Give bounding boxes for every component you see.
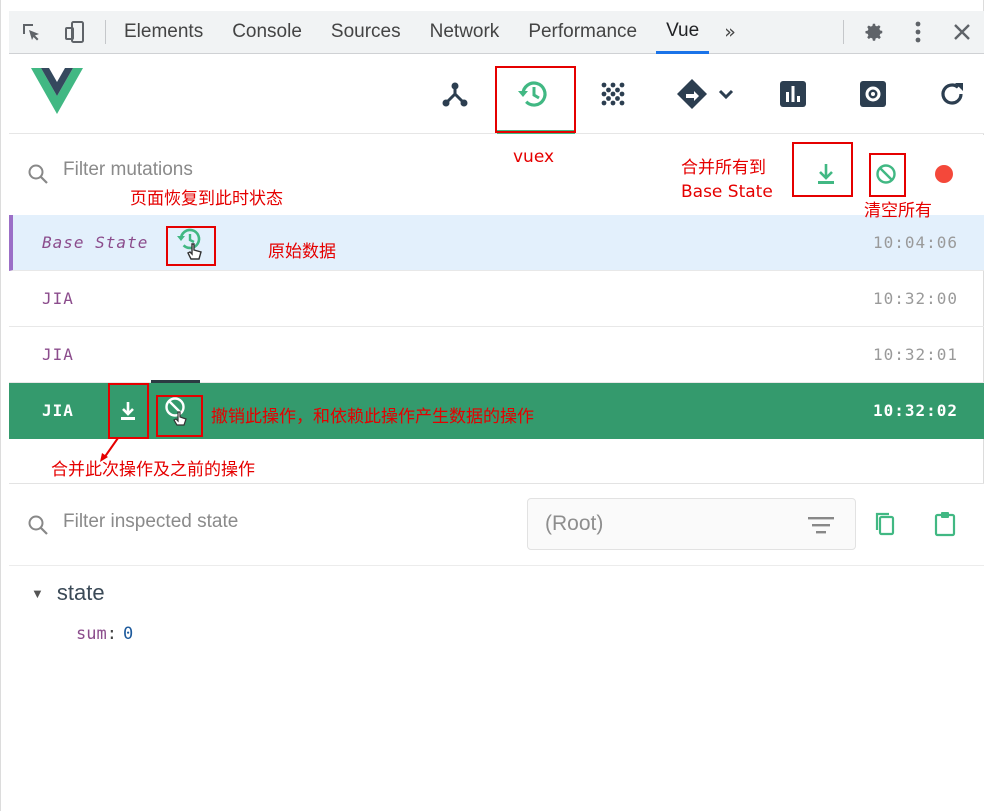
paste-state-button[interactable] xyxy=(927,506,963,542)
tab-console[interactable]: Console xyxy=(222,11,312,54)
search-icon xyxy=(27,163,49,189)
root-module-select[interactable]: (Root) xyxy=(527,498,856,550)
state-label: state xyxy=(56,580,105,605)
close-icon[interactable] xyxy=(940,11,984,54)
tab-separator xyxy=(105,20,106,44)
property-key: sum xyxy=(76,624,107,644)
mutation-time: 10:32:02 xyxy=(872,401,958,420)
vue-logo xyxy=(31,68,83,118)
performance-icon[interactable] xyxy=(591,72,635,116)
annotation-merge-before: 合并此次操作及之前的操作 xyxy=(51,460,255,480)
filter-inspected-state-input[interactable] xyxy=(63,511,483,533)
base-state-row[interactable]: Base State 10:04:06 xyxy=(9,215,984,271)
annotation-original-data: 原始数据 xyxy=(268,242,336,262)
mutation-name: JIA xyxy=(42,289,74,308)
mutation-name: JIA xyxy=(42,401,74,420)
copy-icon xyxy=(875,512,895,536)
annotation-box-commit xyxy=(108,383,149,439)
more-tabs-button[interactable]: » xyxy=(718,21,742,43)
filter-list-icon xyxy=(807,515,835,539)
tab-separator xyxy=(843,20,844,44)
inspect-element-icon[interactable] xyxy=(9,11,53,54)
filter-mutations-input[interactable] xyxy=(63,159,483,181)
mutation-time: 10:32:01 xyxy=(872,345,958,364)
state-inspector: (Root) ▼ state sum:0 xyxy=(9,483,984,811)
devtools-tab-bar: Elements Console Sources Network Perform… xyxy=(9,11,984,54)
annotation-box-revert xyxy=(156,395,203,437)
refresh-icon[interactable] xyxy=(930,72,974,116)
routing-icon[interactable] xyxy=(671,72,741,116)
tab-sources[interactable]: Sources xyxy=(321,11,411,54)
mutation-name: JIA xyxy=(42,345,74,364)
annotation-box-vuex xyxy=(495,66,576,133)
components-icon[interactable] xyxy=(433,72,477,116)
tab-network[interactable]: Network xyxy=(420,11,510,54)
state-node[interactable]: ▼ state xyxy=(31,580,105,606)
inspector-filter-row: (Root) xyxy=(9,484,984,566)
tab-vue[interactable]: Vue xyxy=(656,11,710,54)
annotation-box-commit-all xyxy=(792,142,853,197)
clipboard-icon xyxy=(934,512,956,537)
property-value[interactable]: 0 xyxy=(123,624,133,644)
kebab-menu-icon[interactable] xyxy=(896,11,940,54)
mutation-row[interactable]: JIA 10:32:01 xyxy=(9,327,984,383)
mutation-row[interactable]: JIA 10:32:00 xyxy=(9,271,984,327)
annotation-merge-all-2: Base State xyxy=(681,182,773,202)
mutation-time: 10:04:06 xyxy=(872,233,958,252)
annotation-vuex: vuex xyxy=(513,147,555,167)
device-toolbar-icon[interactable] xyxy=(53,11,97,54)
gear-icon[interactable] xyxy=(852,11,896,54)
annotation-restore-state: 页面恢复到此时状态 xyxy=(130,189,283,209)
mutation-time: 10:32:00 xyxy=(872,289,958,308)
copy-state-button[interactable] xyxy=(867,506,903,542)
mutation-name: Base State xyxy=(42,233,149,252)
record-button[interactable] xyxy=(935,165,953,183)
caret-down-icon[interactable]: ▼ xyxy=(31,586,44,601)
state-property: sum: 0 xyxy=(76,624,134,644)
settings-icon[interactable] xyxy=(851,72,895,116)
chart-icon[interactable] xyxy=(771,72,815,116)
tab-performance[interactable]: Performance xyxy=(518,11,647,54)
root-select-value: (Root) xyxy=(545,512,604,535)
annotation-merge-all-1: 合并所有到 xyxy=(681,158,766,178)
annotation-revert: 撤销此操作，和依赖此操作产生数据的操作 xyxy=(211,407,534,427)
tab-elements[interactable]: Elements xyxy=(114,11,213,54)
annotation-clear-all: 清空所有 xyxy=(864,201,932,221)
search-icon xyxy=(27,514,49,540)
annotation-box-time-travel xyxy=(166,226,216,266)
annotation-box-clear xyxy=(869,153,906,197)
